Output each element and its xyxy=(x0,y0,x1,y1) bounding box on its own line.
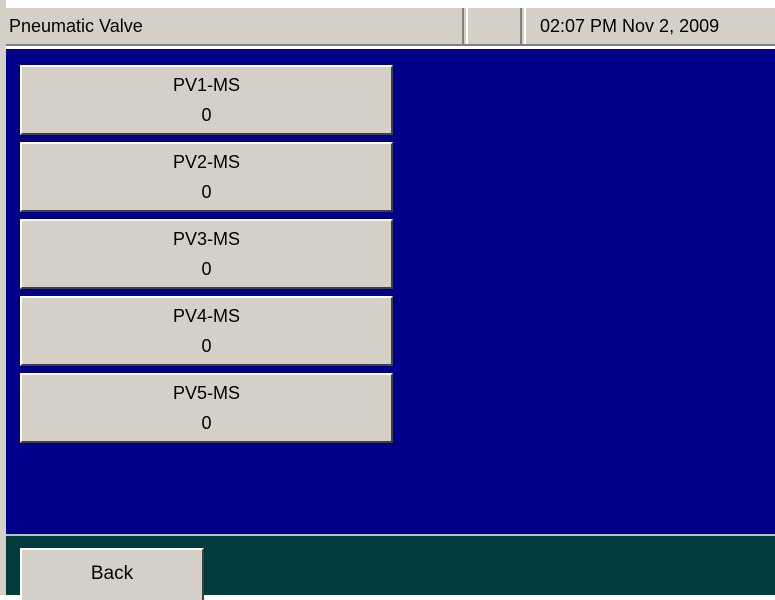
valve-list: PV1-MS 0 PV2-MS 0 PV3-MS 0 PV4-MS 0 PV5-… xyxy=(20,65,393,450)
valve-name: PV4-MS xyxy=(172,306,241,326)
valve-button-pv2[interactable]: PV2-MS 0 xyxy=(20,142,393,212)
header-status-cell xyxy=(466,8,522,44)
footer-bar: Back xyxy=(6,534,775,600)
header-bar: Pneumatic Valve 02:07 PM Nov 2, 2009 xyxy=(6,8,775,46)
valve-value: 0 xyxy=(201,182,212,202)
valve-value: 0 xyxy=(201,105,212,125)
valve-name: PV1-MS xyxy=(172,75,241,95)
valve-button-pv4[interactable]: PV4-MS 0 xyxy=(20,296,393,366)
valve-button-pv1[interactable]: PV1-MS 0 xyxy=(20,65,393,135)
valve-name: PV3-MS xyxy=(172,229,241,249)
valve-name: PV5-MS xyxy=(172,383,241,403)
hmi-screen: Pneumatic Valve 02:07 PM Nov 2, 2009 PV1… xyxy=(0,0,775,600)
valve-button-pv3[interactable]: PV3-MS 0 xyxy=(20,219,393,289)
valve-value: 0 xyxy=(201,413,212,433)
valve-button-pv5[interactable]: PV5-MS 0 xyxy=(20,373,393,443)
datetime-display: 02:07 PM Nov 2, 2009 xyxy=(524,8,775,44)
back-button[interactable]: Back xyxy=(20,548,204,600)
valve-value: 0 xyxy=(201,259,212,279)
valve-value: 0 xyxy=(201,336,212,356)
page-title: Pneumatic Valve xyxy=(6,8,464,44)
valve-name: PV2-MS xyxy=(172,152,241,172)
main-panel: PV1-MS 0 PV2-MS 0 PV3-MS 0 PV4-MS 0 PV5-… xyxy=(6,49,775,534)
